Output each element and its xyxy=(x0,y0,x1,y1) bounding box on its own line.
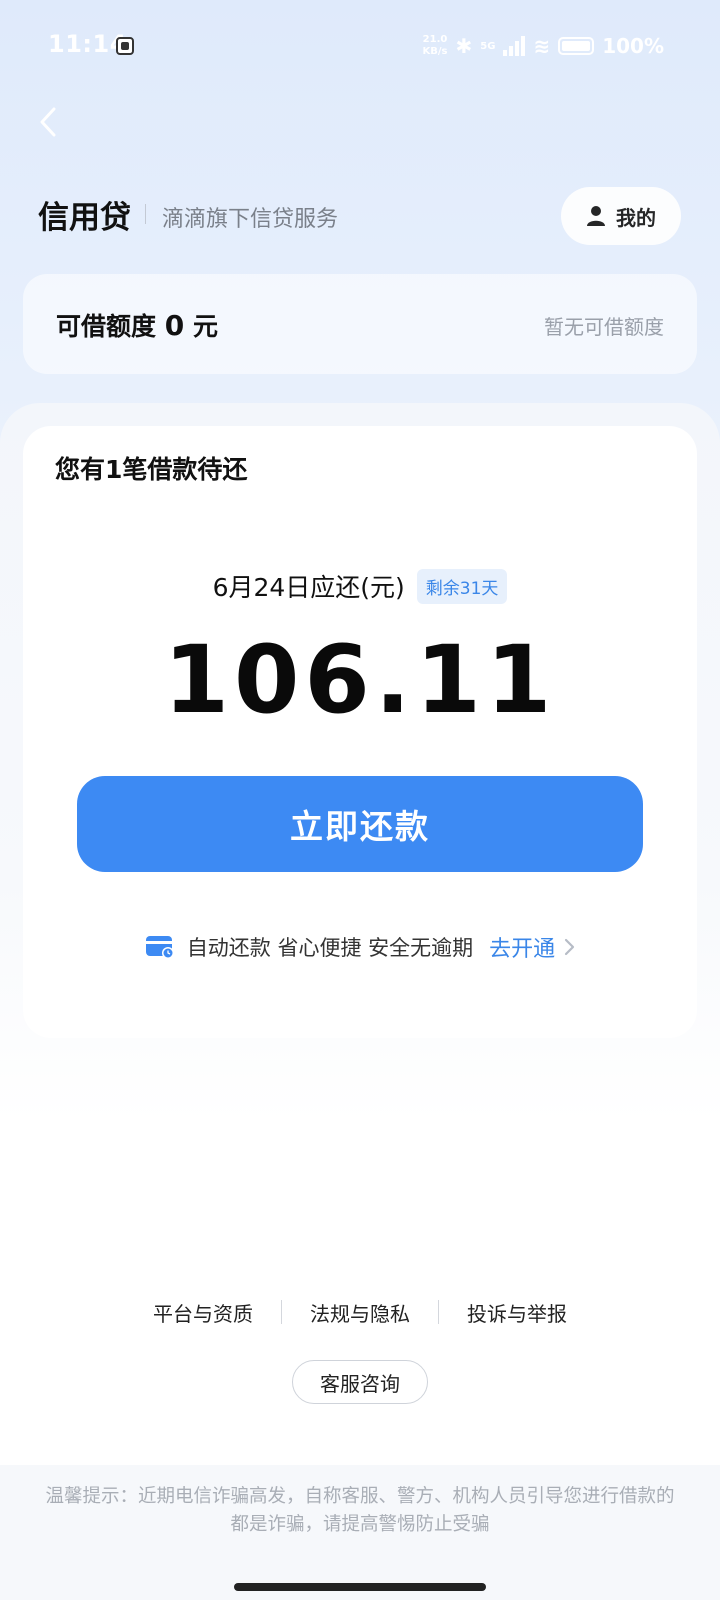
footer-link-complaint[interactable]: 投诉与举报 xyxy=(439,1298,595,1327)
signal-icon xyxy=(503,36,526,56)
auto-repay-text: 自动还款 省心便捷 安全无逾期 xyxy=(186,936,474,960)
user-icon xyxy=(587,206,605,226)
remaining-days-badge: 剩余31天 xyxy=(416,568,508,604)
battery-percent: 100% xyxy=(602,34,664,58)
back-button[interactable] xyxy=(30,102,66,142)
credit-limit-label: 可借额度 0 元 xyxy=(56,307,218,343)
notification-app-icon xyxy=(116,37,134,55)
footer-links: 平台与资质 法规与隐私 投诉与举报 xyxy=(0,1297,720,1327)
page-title: 信用贷 xyxy=(38,200,131,236)
bluetooth-icon: ✱ xyxy=(455,34,473,58)
credit-label-prefix: 可借额度 xyxy=(56,312,157,341)
loan-heading: 您有1笔借款待还 xyxy=(55,455,248,484)
due-row: 6月24日应还(元) 剩余31天 xyxy=(23,568,697,604)
footer-link-platform[interactable]: 平台与资质 xyxy=(125,1298,281,1327)
credit-amount: 0 xyxy=(164,309,185,342)
auto-repay-row[interactable]: 自动还款 省心便捷 安全无逾期 去开通 xyxy=(23,931,697,963)
net-speed-unit: KB/s xyxy=(422,46,448,57)
title-divider xyxy=(145,204,146,224)
due-amount: 106.11 xyxy=(163,626,557,735)
home-indicator[interactable] xyxy=(234,1583,486,1591)
network-type: 5G xyxy=(480,40,496,52)
status-bar: 11:14 21.0 KB/s ✱ 5G ≋ 100% xyxy=(0,0,720,92)
due-label: 6月24日应还(元) xyxy=(212,573,405,602)
mine-button[interactable]: 我的 xyxy=(561,187,681,245)
loan-card: 您有1笔借款待还 6月24日应还(元) 剩余31天 106.11 立即还款 自动… xyxy=(23,426,697,1038)
chevron-left-icon xyxy=(40,107,56,137)
net-speed-value: 21.0 xyxy=(422,34,448,45)
footer-link-privacy[interactable]: 法规与隐私 xyxy=(282,1298,438,1327)
chevron-right-icon xyxy=(565,938,575,956)
repay-now-button[interactable]: 立即还款 xyxy=(77,776,643,872)
customer-service-button[interactable]: 客服咨询 xyxy=(292,1360,428,1404)
credit-limit-card: 可借额度 0 元 暂无可借额度 xyxy=(23,274,697,374)
mine-label: 我的 xyxy=(616,205,656,230)
page-subtitle: 滴滴旗下信贷服务 xyxy=(162,207,339,232)
anti-fraud-notice: 温馨提示：近期电信诈骗高发，自称客服、警方、机构人员引导您进行借款的都是诈骗，请… xyxy=(0,1465,720,1600)
anti-fraud-notice-text: 温馨提示：近期电信诈骗高发，自称客服、警方、机构人员引导您进行借款的都是诈骗，请… xyxy=(45,1486,675,1535)
credit-unit: 元 xyxy=(192,312,218,341)
credit-status: 暂无可借额度 xyxy=(544,315,664,339)
battery-icon xyxy=(558,37,595,55)
net-speed: 21.0 KB/s xyxy=(423,34,448,58)
wifi-icon: ≋ xyxy=(533,34,551,58)
auto-repay-card-icon xyxy=(145,936,174,959)
auto-repay-link[interactable]: 去开通 xyxy=(489,931,555,963)
status-indicators: 21.0 KB/s ✱ 5G ≋ 100% xyxy=(423,28,664,64)
